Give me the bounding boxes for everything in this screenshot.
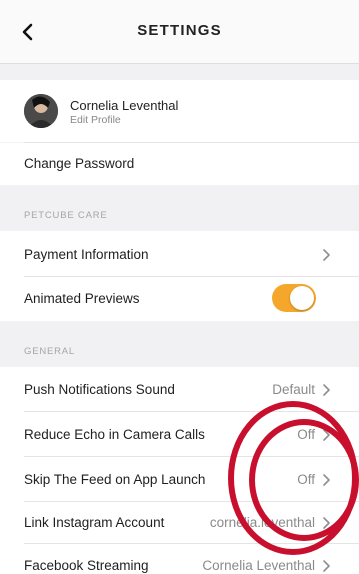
change-password-label: Change Password [24,156,135,171]
chevron-right-icon [323,249,330,261]
reduce-echo-value: Off [297,427,315,442]
animated-previews-toggle[interactable] [272,284,316,312]
section-gap [0,64,359,80]
skip-feed-label: Skip The Feed on App Launch [24,472,206,487]
reduce-echo-label: Reduce Echo in Camera Calls [24,427,205,442]
skip-feed-row[interactable]: Skip The Feed on App Launch Off [0,457,359,502]
payment-information-label: Payment Information [24,247,149,262]
facebook-streaming-row[interactable]: Facebook Streaming Cornelia Leventhal [0,544,359,574]
chevron-right-icon [323,429,330,441]
change-password-row[interactable]: Change Password [0,143,359,185]
profile-name: Cornelia Leventhal [70,98,179,113]
facebook-streaming-label: Facebook Streaming [24,558,149,573]
facebook-streaming-value: Cornelia Leventhal [202,558,315,573]
payment-information-row[interactable]: Payment Information [0,231,359,277]
edit-profile-link[interactable]: Edit Profile [70,114,121,126]
push-notifications-sound-row[interactable]: Push Notifications Sound Default [0,367,359,412]
chevron-right-icon [323,384,330,396]
reduce-echo-row[interactable]: Reduce Echo in Camera Calls Off [0,412,359,457]
link-instagram-row[interactable]: Link Instagram Account cornelia.leventha… [0,502,359,544]
link-instagram-label: Link Instagram Account [24,515,165,530]
nav-header: SETTINGS [0,0,359,64]
chevron-right-icon [323,560,330,572]
section-title-general: GENERAL [24,346,76,357]
skip-feed-value: Off [297,472,315,487]
animated-previews-label: Animated Previews [24,291,140,306]
chevron-right-icon [323,517,330,529]
section-header-petcube-care [0,185,359,231]
avatar [24,94,58,128]
section-title-petcube-care: PETCUBE CARE [24,210,108,221]
push-notifications-sound-value: Default [272,382,315,397]
chevron-right-icon [323,474,330,486]
toggle-knob [290,286,314,310]
page-title: SETTINGS [137,22,222,39]
section-header-general [0,321,359,367]
link-instagram-value: cornelia.leventhal [209,515,315,530]
push-notifications-sound-label: Push Notifications Sound [24,382,175,397]
